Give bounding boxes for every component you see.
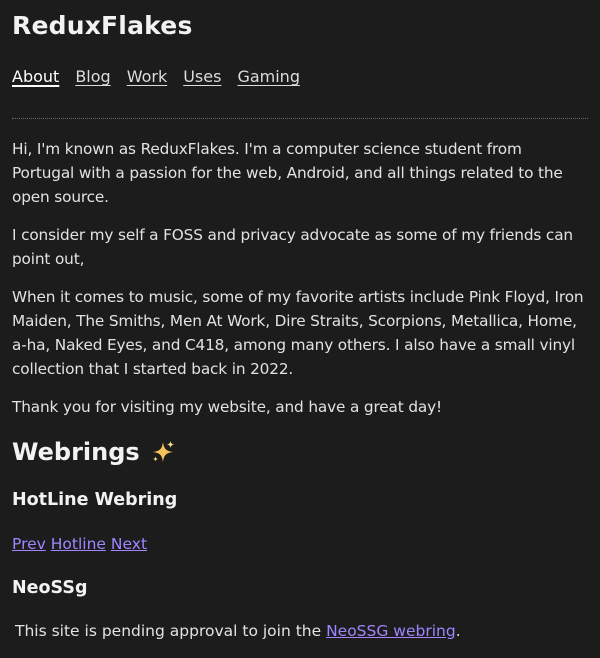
neossg-webring-link[interactable]: NeoSSG webring [326, 622, 456, 640]
header-divider [12, 118, 588, 119]
intro-paragraph-2: I consider my self a FOSS and privacy ad… [12, 226, 573, 268]
webrings-heading-text: Webrings [12, 438, 140, 466]
nav-work[interactable]: Work [127, 66, 168, 88]
sparkles-icon [152, 441, 174, 462]
hotline-heading: HotLine Webring [12, 490, 178, 510]
hotline-prev-link[interactable]: Prev [12, 535, 46, 553]
hotline-links: Prev Hotline Next [12, 533, 588, 555]
webrings-section: Webrings HotLine Webring Prev Hotline Ne… [12, 437, 588, 642]
neossg-text-before: This site is pending approval to join th… [15, 622, 327, 640]
nav-about[interactable]: About [12, 66, 59, 88]
neossg-text-after: . [455, 622, 461, 640]
site-title: ReduxFlakes [12, 11, 193, 40]
intro-section: Hi, I'm known as ReduxFlakes. I'm a comp… [12, 137, 588, 419]
intro-paragraph-3: When it comes to music, some of my favor… [12, 288, 584, 378]
nav-blog[interactable]: Blog [75, 66, 110, 88]
main-nav: About Blog Work Uses Gaming [12, 66, 588, 88]
intro-paragraph-1: Hi, I'm known as ReduxFlakes. I'm a comp… [12, 140, 563, 206]
hotline-next-link[interactable]: Next [111, 535, 147, 553]
webrings-heading: Webrings [12, 437, 588, 467]
hotline-hub-link[interactable]: Hotline [51, 535, 106, 553]
nav-gaming[interactable]: Gaming [237, 66, 300, 88]
neossg-heading: NeoSSg [12, 578, 88, 598]
nav-uses[interactable]: Uses [183, 66, 221, 88]
intro-paragraph-4: Thank you for visiting my website, and h… [12, 398, 442, 416]
page: ReduxFlakes About Blog Work Uses Gaming … [0, 0, 600, 642]
neossg-pending-text: This site is pending approval to join th… [15, 620, 588, 642]
